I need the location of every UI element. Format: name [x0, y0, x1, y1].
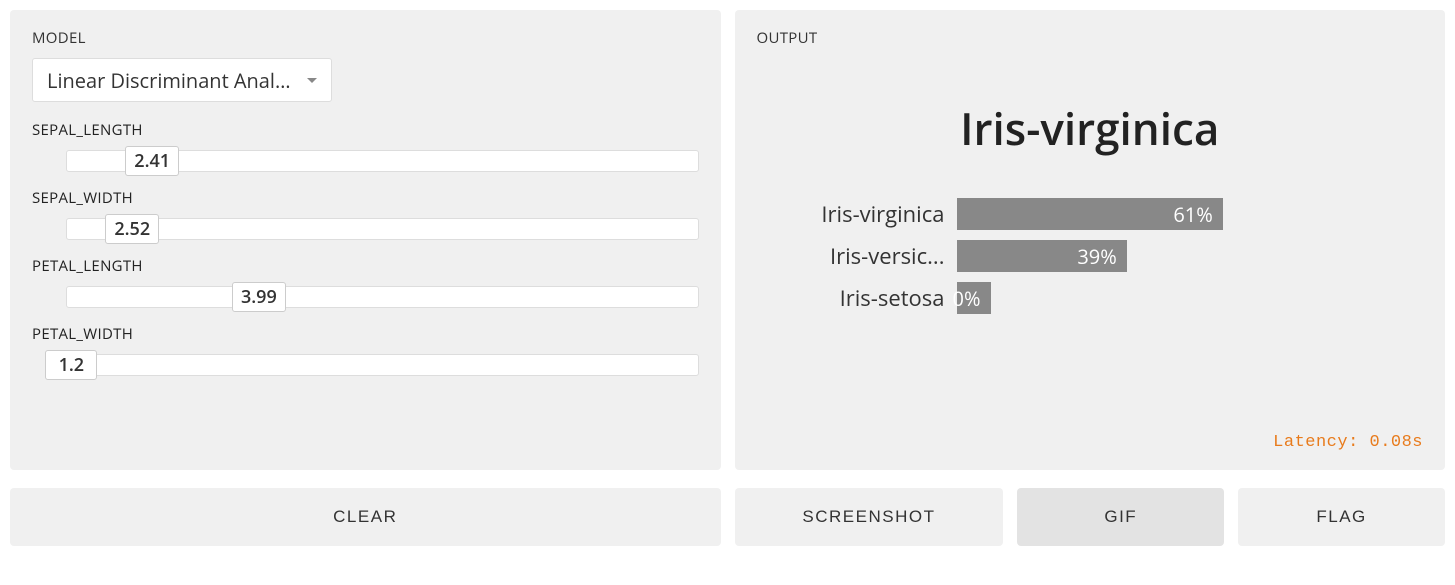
flag-button[interactable]: FLAG [1238, 488, 1445, 546]
slider-label: SEPAL_WIDTH [32, 188, 699, 208]
screenshot-button[interactable]: SCREENSHOT [735, 488, 1004, 546]
slider-label: SEPAL_LENGTH [32, 120, 699, 140]
slider-track [66, 354, 699, 376]
bar-track: 61% [957, 198, 1394, 230]
bar-track: 0% [957, 282, 1394, 314]
slider[interactable]: 2.52 [32, 214, 699, 244]
output-bars: Iris-virginica 61% Iris-versic... 39% Ir… [757, 198, 1424, 324]
bar-label: Iris-versic... [787, 241, 957, 271]
latency-text: Latency: 0.08s [1273, 433, 1423, 452]
bar-fill: 39% [957, 240, 1127, 272]
bar-label: Iris-virginica [787, 199, 957, 229]
slider-value[interactable]: 2.52 [105, 214, 159, 244]
slider[interactable]: 2.41 [32, 146, 699, 176]
gif-button[interactable]: GIF [1017, 488, 1224, 546]
slider-track [66, 286, 699, 308]
bar-fill: 0% [957, 282, 991, 314]
slider-group: PETAL_LENGTH 3.99 [32, 256, 699, 312]
bar-row: Iris-virginica 61% [787, 198, 1394, 230]
slider[interactable]: 3.99 [32, 282, 699, 312]
slider-group: SEPAL_WIDTH 2.52 [32, 188, 699, 244]
bar-track: 39% [957, 240, 1394, 272]
slider-label: PETAL_LENGTH [32, 256, 699, 276]
slider-track [66, 218, 699, 240]
slider-value[interactable]: 1.2 [45, 350, 97, 380]
model-dropdown[interactable]: Linear Discriminant Analy... [32, 58, 332, 102]
slider[interactable]: 1.2 [32, 350, 699, 380]
output-label: OUTPUT [757, 28, 1424, 48]
slider-group: PETAL_WIDTH 1.2 [32, 324, 699, 380]
bar-row: Iris-versic... 39% [787, 240, 1394, 272]
output-panel: OUTPUT Iris-virginica Iris-virginica 61%… [735, 10, 1446, 470]
model-selected: Linear Discriminant Analy... [47, 67, 299, 94]
slider-value[interactable]: 2.41 [125, 146, 179, 176]
slider-label: PETAL_WIDTH [32, 324, 699, 344]
input-panel: MODEL Linear Discriminant Analy... SEPAL… [10, 10, 721, 470]
clear-button[interactable]: CLEAR [10, 488, 721, 546]
bar-row: Iris-setosa 0% [787, 282, 1394, 314]
slider-group: SEPAL_LENGTH 2.41 [32, 120, 699, 176]
chevron-down-icon [307, 78, 317, 83]
bar-label: Iris-setosa [787, 283, 957, 313]
bar-fill: 61% [957, 198, 1223, 230]
output-top-class: Iris-virginica [757, 98, 1424, 158]
model-label: MODEL [32, 28, 699, 48]
slider-value[interactable]: 3.99 [232, 282, 286, 312]
